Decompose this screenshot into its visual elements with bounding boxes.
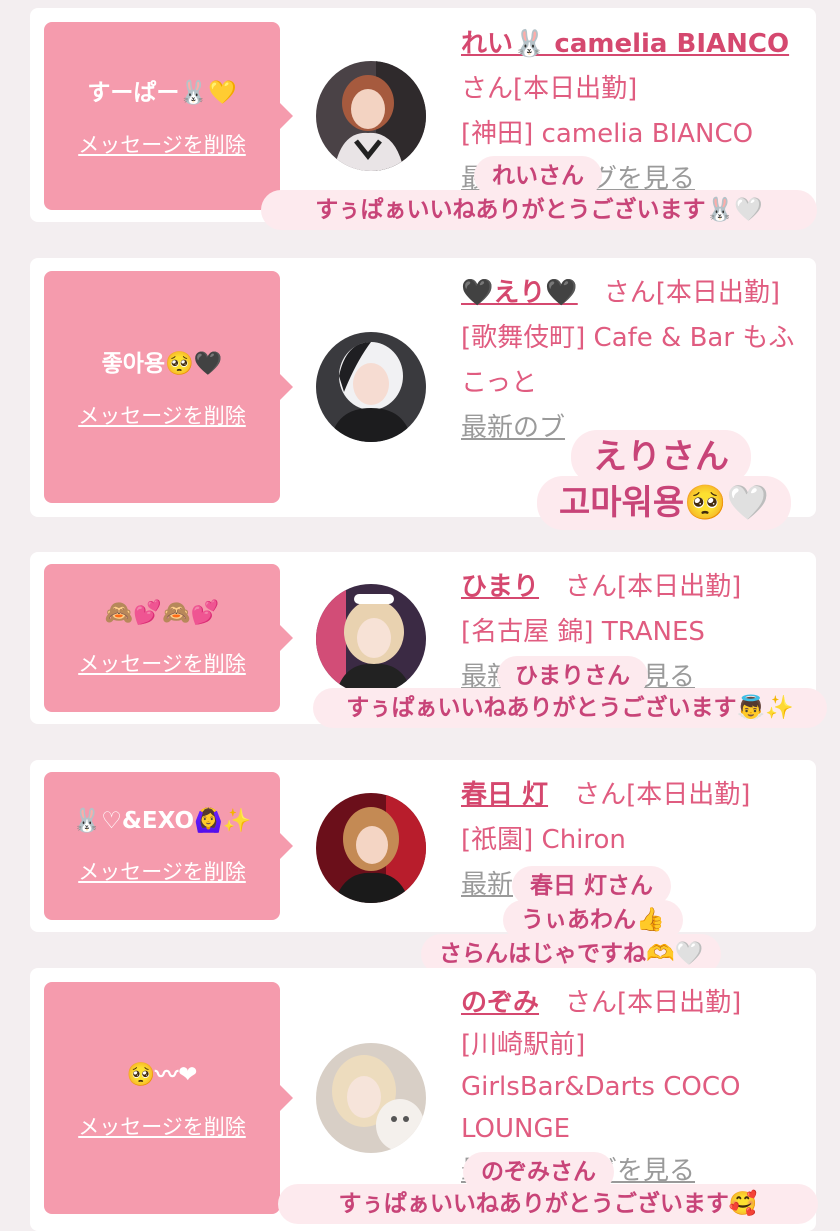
delete-message-link[interactable]: メッセージを削除 [78,856,246,886]
delete-message-link[interactable]: メッセージを削除 [78,1111,246,1141]
message-bubble: 🥺〰❤ メッセージを削除 [44,982,293,1214]
message-bubble: 🐰♡&EXO🙆‍♀️✨ メッセージを削除 [44,772,293,920]
cast-name-link[interactable]: ひまり [461,572,539,602]
message-text: 🙈💕🙈💕 [104,599,220,626]
cast-name-link[interactable]: のぞみ [461,988,539,1018]
message-bubble: 좋아용🥺🖤 メッセージを削除 [44,271,293,503]
message-text: 🥺〰❤ [126,1062,198,1088]
avatar[interactable] [316,1043,426,1153]
status-suffix: さん[本日出勤] [565,988,742,1018]
message-text: 좋아용🥺🖤 [101,351,223,377]
cast-name-link[interactable]: 🖤えり🖤 [461,278,578,308]
sticker-message: 고마워용🥺🤍 [537,476,791,530]
cast-name-link[interactable]: れい🐰 camelia BIANCO [461,29,789,59]
sticker-message: すぅぱぁいいねありがとうございます🥰 [278,1184,818,1224]
message-bubble: 🙈💕🙈💕 メッセージを削除 [44,564,293,712]
delete-message-link[interactable]: メッセージを削除 [78,648,246,678]
delete-message-link[interactable]: メッセージを削除 [78,129,246,159]
shop-location: [祇園] Chiron [461,825,626,855]
cast-info: 🖤えり🖤 さん[本日出勤] [歌舞伎町] Cafe & Bar もふこっと 最新… [461,271,806,451]
avatar[interactable] [316,332,426,442]
sticker-message: すぅぱぁいいねありがとうございます👼✨ [313,688,827,728]
sticker-message: すぅぱぁいいねありがとうございます🐰🤍 [261,190,817,230]
delete-message-link[interactable]: メッセージを削除 [78,400,246,430]
cast-name-link[interactable]: 春日 灯 [461,780,548,810]
message-text: すーぱー🐰💛 [87,80,237,106]
shop-location: [歌舞伎町] Cafe & Bar もふこっと [461,323,795,398]
status-suffix: さん[本日出勤] [603,278,781,308]
avatar[interactable] [316,793,426,903]
shop-location: [名古屋 錦] TRANES [461,617,705,647]
shop-location: [川崎駅前] GirlsBar&Darts COCO LOUNGE [461,1030,741,1144]
status-suffix: さん[本日出勤] [574,780,751,810]
avatar[interactable] [316,61,426,171]
message-bubble: すーぱー🐰💛 メッセージを削除 [44,22,293,210]
status-suffix: さん[本日出勤] [565,572,742,602]
status-suffix: さん[本日出勤] [461,74,638,104]
avatar[interactable] [316,584,426,694]
message-text: 🐰♡&EXO🙆‍♀️✨ [72,807,252,834]
shop-location: [神田] camelia BIANCO [461,119,754,149]
card-4: 🐰♡&EXO🙆‍♀️✨ メッセージを削除 春日 灯 さん[本日出勤] [祇園] … [30,760,816,932]
